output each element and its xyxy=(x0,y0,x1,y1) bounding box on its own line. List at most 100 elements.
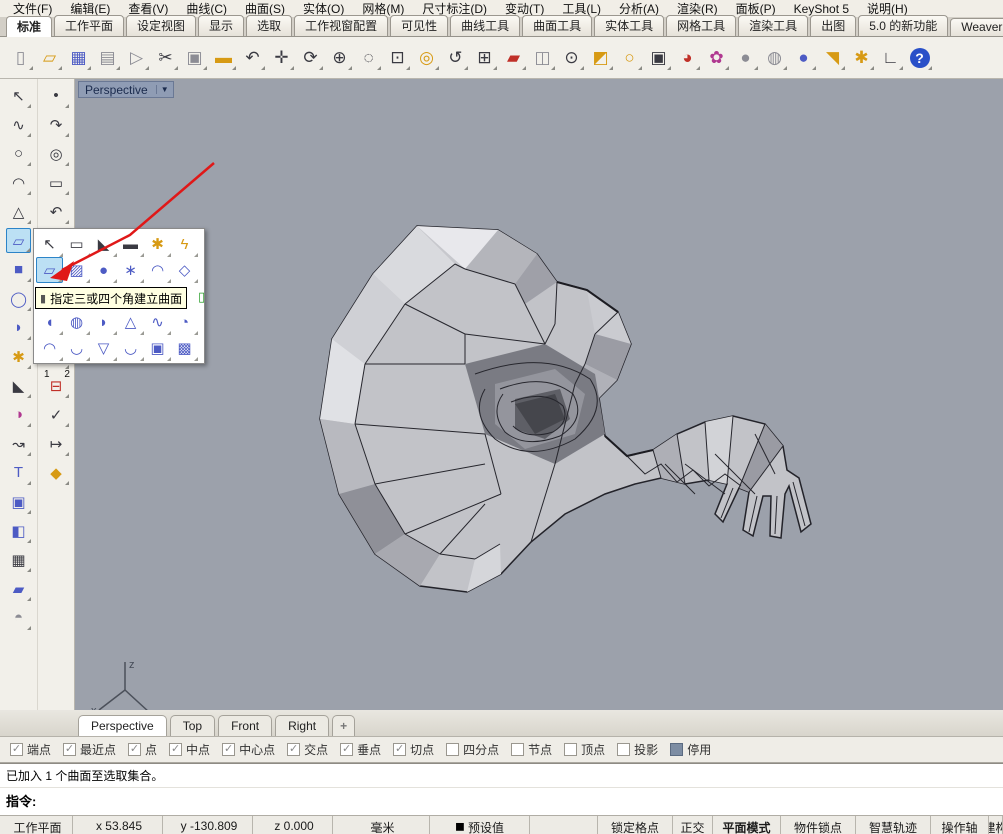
open-file-icon[interactable]: ▱ xyxy=(36,44,63,71)
popup-sweep1-icon[interactable]: ◠ xyxy=(36,335,63,361)
surface-corner-points-icon[interactable]: ▱ xyxy=(6,228,31,253)
rotate-view-icon[interactable]: ⟳ xyxy=(297,44,324,71)
checkbox[interactable] xyxy=(446,743,459,756)
zoom-selected-icon[interactable]: ◎ xyxy=(413,44,440,71)
osnap-mid[interactable]: ✓ 中点 xyxy=(169,741,210,758)
command-prompt[interactable]: 指令: xyxy=(0,788,1003,813)
undo-view-icon[interactable]: ↺ xyxy=(442,44,469,71)
print-icon[interactable]: ▤ xyxy=(94,44,121,71)
pan-icon[interactable]: ✛ xyxy=(268,44,295,71)
checkbox[interactable]: ✓ xyxy=(169,743,182,756)
check-icon[interactable]: ✓ xyxy=(44,402,69,427)
options-gear-icon[interactable]: ✱ xyxy=(848,44,875,71)
osnap-knot[interactable]: 节点 xyxy=(511,741,552,758)
popup-edge-srf-icon[interactable]: ◣ xyxy=(90,231,117,257)
circle-icon[interactable]: ○ xyxy=(6,141,31,166)
popup-planar-srf-icon[interactable]: ▬ xyxy=(117,231,144,257)
pull-icon[interactable]: ↦ xyxy=(44,431,69,456)
boolean-cube-icon[interactable]: ◧ xyxy=(6,518,31,543)
checkbox[interactable]: ✓ xyxy=(222,743,235,756)
checkbox[interactable]: ✓ xyxy=(340,743,353,756)
box-icon[interactable]: ■ xyxy=(6,257,31,282)
popup-sweep-icon[interactable]: ∿ xyxy=(144,309,171,335)
menu-file[interactable]: 文件(F) xyxy=(4,0,61,17)
curve-edit-icon[interactable]: ↝ xyxy=(6,431,31,456)
help-icon[interactable]: ? xyxy=(906,44,933,71)
popup-sweep2-icon[interactable]: ◡ xyxy=(63,335,90,361)
polyline-icon[interactable]: △ xyxy=(6,199,31,224)
chevron-down-icon[interactable]: ▼ xyxy=(156,85,173,94)
cone-gold-icon[interactable]: ◆ xyxy=(44,460,69,485)
checkbox[interactable]: ✓ xyxy=(10,743,23,756)
revolve-icon[interactable]: ◗ xyxy=(6,315,31,340)
plane-icon[interactable]: ▰ xyxy=(6,576,31,601)
tab-surface-tools[interactable]: 曲面工具 xyxy=(522,15,592,36)
popup-spray-icon[interactable]: ∗ xyxy=(117,257,144,283)
osnap-intersection[interactable]: ✓ 交点 xyxy=(287,741,328,758)
vtab-top[interactable]: Top xyxy=(170,715,215,736)
tab-visibility[interactable]: 可见性 xyxy=(390,15,448,36)
checkbox[interactable]: ✓ xyxy=(63,743,76,756)
color-wheel-icon[interactable]: ✿ xyxy=(703,44,730,71)
checkbox[interactable] xyxy=(617,743,630,756)
display-mode-car-icon[interactable]: ▰ xyxy=(500,44,527,71)
set-view-icon[interactable]: ◫ xyxy=(529,44,556,71)
checkbox[interactable]: ✓ xyxy=(393,743,406,756)
zoom-in-icon[interactable]: ⊕ xyxy=(326,44,353,71)
tab-drafting[interactable]: 出图 xyxy=(810,15,856,36)
tab-curve-tools[interactable]: 曲线工具 xyxy=(450,15,520,36)
osnap-center[interactable]: ✓ 中心点 xyxy=(222,741,275,758)
osnap-vertex[interactable]: 顶点 xyxy=(564,741,605,758)
status-osnap[interactable]: 物件锁点 xyxy=(781,816,856,834)
osnap-project[interactable]: 投影 xyxy=(617,741,658,758)
status-grid-snap[interactable]: 锁定格点 xyxy=(598,816,673,834)
popup-select-icon[interactable]: ↖ xyxy=(36,231,63,257)
osnap-perpendicular[interactable]: ✓ 垂点 xyxy=(340,741,381,758)
status-x[interactable]: x 53.845 xyxy=(73,816,163,834)
undo-icon[interactable]: ↶ xyxy=(239,44,266,71)
status-gumball[interactable]: 操作轴 xyxy=(931,816,989,834)
osnap-quadrant[interactable]: 四分点 xyxy=(446,741,499,758)
cplane-clock-icon[interactable]: ⊙ xyxy=(558,44,585,71)
osnap-near[interactable]: ✓ 最近点 xyxy=(63,741,116,758)
checkbox[interactable] xyxy=(511,743,524,756)
popup-rail-srf-icon[interactable]: ◗ xyxy=(90,309,117,335)
popup-ball-icon[interactable]: ◔ xyxy=(171,309,198,335)
ellipse-icon[interactable]: ◎ xyxy=(44,141,69,166)
zoom-dynamic-icon[interactable]: ◌ xyxy=(355,44,382,71)
popup-srf-corner-points-icon[interactable]: ▱ xyxy=(36,257,63,283)
osnap-end[interactable]: ✓ 端点 xyxy=(10,741,51,758)
tab-weaverbird[interactable]: Weaverbird xyxy=(950,18,1003,36)
checkbox[interactable]: ✓ xyxy=(287,743,300,756)
tab-set-view[interactable]: 设定视图 xyxy=(126,15,196,36)
rectangle-icon[interactable]: ▭ xyxy=(44,170,69,195)
shaded-mode-icon[interactable]: ◕ xyxy=(674,44,701,71)
osnap-disable-toggle[interactable]: 停用 xyxy=(670,741,711,758)
popup-drape-icon[interactable]: ◡ xyxy=(117,335,144,361)
cut-icon[interactable]: ✂ xyxy=(152,44,179,71)
tab-cplane[interactable]: 工作平面 xyxy=(54,15,124,36)
viewport-title-bar[interactable]: Perspective ▼ xyxy=(78,81,174,98)
light-icon[interactable]: ○ xyxy=(616,44,643,71)
vtab-right[interactable]: Right xyxy=(275,715,329,736)
sphere-striped-icon[interactable]: ◍ xyxy=(761,44,788,71)
tab-standard[interactable]: 标准 xyxy=(6,16,52,37)
status-y[interactable]: y -130.809 xyxy=(163,816,253,834)
checkbox-pressed[interactable] xyxy=(670,743,683,756)
tab-solid-tools[interactable]: 实体工具 xyxy=(594,15,664,36)
status-planar[interactable]: 平面模式 xyxy=(713,816,781,834)
popup-extrude-icon[interactable]: ◍ xyxy=(63,309,90,335)
status-cplane[interactable]: 工作平面 xyxy=(0,816,73,834)
color-icon[interactable]: ◑ xyxy=(6,402,31,427)
tab-display[interactable]: 显示 xyxy=(198,15,244,36)
perspective-viewport[interactable]: Perspective ▼ xyxy=(75,79,1003,710)
popup-points-rect-icon[interactable]: ▭ xyxy=(63,231,90,257)
status-smarttrack[interactable]: 智慧轨迹 xyxy=(856,816,931,834)
osnap-point[interactable]: ✓ 点 xyxy=(128,741,157,758)
array-icon[interactable]: ▦ xyxy=(6,547,31,572)
status-units[interactable]: 毫米 xyxy=(333,816,430,834)
paste-icon[interactable]: ▬ xyxy=(210,44,237,71)
popup-heightfield-icon[interactable]: ▣ xyxy=(144,335,171,361)
popup-funnel-icon[interactable]: ▽ xyxy=(90,335,117,361)
popup-sphere-icon[interactable]: ● xyxy=(90,257,117,283)
